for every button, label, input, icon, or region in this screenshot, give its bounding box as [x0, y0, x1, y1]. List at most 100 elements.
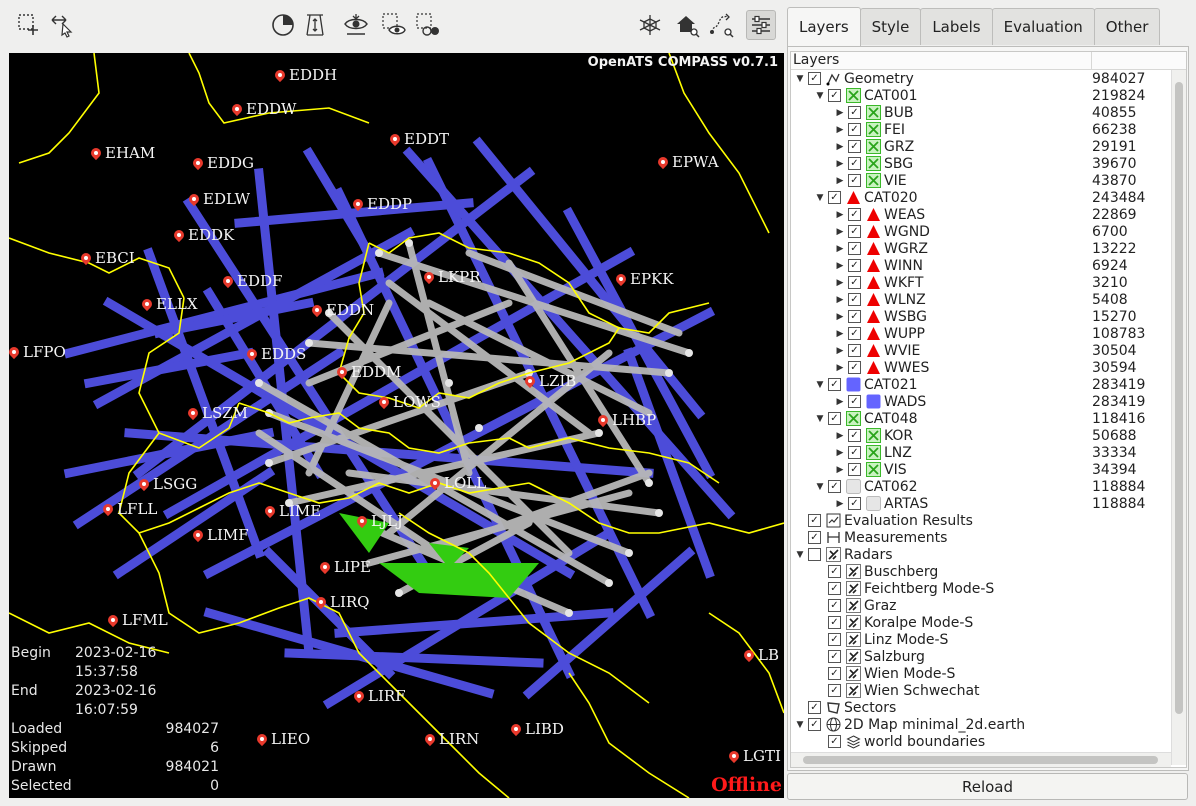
tree-row[interactable]: ▶ ✓ WADS 283419 — [791, 393, 1186, 410]
expand-right-icon[interactable]: ▶ — [835, 278, 845, 288]
layer-checkbox[interactable]: ✓ — [848, 344, 861, 357]
expand-down-icon[interactable]: ▼ — [795, 720, 805, 730]
tree-row[interactable]: ▶ ✓ WKFT 3210 — [791, 274, 1186, 291]
time-window-icon[interactable] — [268, 10, 298, 40]
horizontal-scrollbar[interactable] — [791, 752, 1171, 767]
tree-row[interactable]: ✓ Sectors — [791, 699, 1186, 716]
expand-right-icon[interactable]: ▶ — [835, 465, 845, 475]
reload-button[interactable]: Reload — [787, 773, 1188, 800]
layer-checkbox[interactable]: ✓ — [828, 633, 841, 646]
airport-marker[interactable]: LSGG — [139, 475, 197, 493]
axes-3d-icon[interactable] — [635, 10, 665, 40]
airport-marker[interactable]: EDDS — [247, 345, 306, 363]
scrollbar-thumb[interactable] — [1175, 82, 1183, 714]
layer-checkbox[interactable]: ✓ — [808, 531, 821, 544]
airport-marker[interactable]: LKPR — [424, 268, 481, 286]
layer-checkbox[interactable]: ✓ — [848, 310, 861, 323]
expand-down-icon[interactable]: ▼ — [815, 91, 825, 101]
tree-row[interactable]: ▶ ✓ FEI 66238 — [791, 121, 1186, 138]
tree-row[interactable]: ✓ Measurements — [791, 529, 1186, 546]
airport-marker[interactable]: EDDH — [275, 66, 337, 84]
tree-row[interactable]: ▶ ✓ WGND 6700 — [791, 223, 1186, 240]
tree-row[interactable]: ▶ ✓ GRZ 29191 — [791, 138, 1186, 155]
tree-row[interactable]: ▶ ✓ SBG 39670 — [791, 155, 1186, 172]
map-view[interactable]: OpenATS COMPASS v0.7.1 EDDH EDDW EDDT EH… — [9, 53, 784, 798]
layer-checkbox[interactable]: ✓ — [848, 140, 861, 153]
airport-marker[interactable]: LIPE — [320, 558, 371, 576]
tree-row[interactable]: ▼ ✓ 2D Map minimal_2d.earth — [791, 716, 1186, 733]
tree-row[interactable]: ▶ ✓ WUPP 108783 — [791, 325, 1186, 342]
layer-checkbox[interactable]: ✓ — [848, 123, 861, 136]
tree-row[interactable]: ▼ ✓ CAT048 118416 — [791, 410, 1186, 427]
tree-row[interactable]: ▶ ✓ WSBG 15270 — [791, 308, 1186, 325]
select-rectangle-icon[interactable] — [14, 10, 44, 40]
select-eye-icon[interactable] — [379, 10, 409, 40]
layer-checkbox[interactable]: ✓ — [828, 582, 841, 595]
layer-checkbox[interactable]: ✓ — [848, 293, 861, 306]
tree-row[interactable]: ▶ ✓ BUB 40855 — [791, 104, 1186, 121]
layer-checkbox[interactable]: ✓ — [848, 276, 861, 289]
layer-checkbox[interactable]: ✓ — [848, 497, 861, 510]
airport-marker[interactable]: LSZM — [188, 404, 248, 422]
expand-right-icon[interactable]: ▶ — [835, 125, 845, 135]
expand-down-icon[interactable]: ▼ — [795, 550, 805, 560]
layer-checkbox[interactable]: ✓ — [808, 701, 821, 714]
airport-marker[interactable]: LJLJ — [357, 512, 403, 530]
layer-checkbox[interactable]: ✓ — [828, 599, 841, 612]
airport-marker[interactable]: EDDG — [193, 154, 254, 172]
layer-checkbox[interactable]: ✓ — [808, 514, 821, 527]
airport-marker[interactable]: LIRF — [354, 687, 406, 705]
tree-row[interactable]: ▶ ✓ VIS 34394 — [791, 461, 1186, 478]
expand-right-icon[interactable]: ▶ — [835, 346, 845, 356]
layer-checkbox[interactable]: ✓ — [828, 667, 841, 680]
tree-row[interactable]: ▶ ✓ WGRZ 13222 — [791, 240, 1186, 257]
tab-evaluation[interactable]: Evaluation — [991, 8, 1095, 45]
airport-marker[interactable]: EDDN — [312, 301, 374, 319]
expand-right-icon[interactable]: ▶ — [835, 312, 845, 322]
tab-other[interactable]: Other — [1093, 8, 1161, 45]
airport-marker[interactable]: LIRN — [425, 730, 479, 748]
tree-row[interactable]: ▼ Radars — [791, 546, 1186, 563]
tree-row[interactable]: ▼ ✓ CAT020 243484 — [791, 189, 1186, 206]
tree-row[interactable]: ✓ Buschberg — [791, 563, 1186, 580]
tree-row[interactable]: ✓ Wien Schwechat — [791, 682, 1186, 699]
airport-marker[interactable]: EDDK — [174, 226, 234, 244]
tree-row[interactable]: ▼ ✓ CAT021 283419 — [791, 376, 1186, 393]
scrollbar-thumb[interactable] — [803, 756, 1158, 764]
expand-right-icon[interactable]: ▶ — [835, 261, 845, 271]
airport-marker[interactable]: LIBD — [511, 720, 564, 738]
expand-right-icon[interactable]: ▶ — [835, 176, 845, 186]
expand-down-icon[interactable]: ▼ — [795, 74, 805, 84]
airport-marker[interactable]: LGTI — [729, 747, 781, 765]
tree-row[interactable]: ▶ ✓ VIE 43870 — [791, 172, 1186, 189]
layer-checkbox[interactable]: ✓ — [828, 735, 841, 748]
expand-right-icon[interactable]: ▶ — [835, 108, 845, 118]
airport-marker[interactable]: EDDP — [353, 195, 412, 213]
tree-row[interactable]: ✓ Salzburg — [791, 648, 1186, 665]
tree-row[interactable]: ✓ Graz — [791, 597, 1186, 614]
expand-down-icon[interactable]: ▼ — [815, 482, 825, 492]
tree-row[interactable]: ▶ ✓ LNZ 33334 — [791, 444, 1186, 461]
tree-row[interactable]: ✓ Feichtberg Mode-S — [791, 580, 1186, 597]
layer-checkbox[interactable]: ✓ — [848, 174, 861, 187]
expand-right-icon[interactable]: ▶ — [835, 499, 845, 509]
layer-checkbox[interactable]: ✓ — [848, 429, 861, 442]
expand-right-icon[interactable]: ▶ — [835, 142, 845, 152]
airport-marker[interactable]: LHBP — [598, 411, 656, 429]
tree-row[interactable]: ✓ world boundaries — [791, 733, 1186, 750]
airport-marker[interactable]: EDDM — [337, 363, 401, 381]
vertical-scrollbar[interactable] — [1171, 70, 1186, 765]
airport-marker[interactable]: LFLL — [103, 500, 157, 518]
tree-row[interactable]: ✓ Wien Mode-S — [791, 665, 1186, 682]
tab-labels[interactable]: Labels — [920, 8, 993, 45]
airport-marker[interactable]: EPWA — [658, 153, 719, 171]
airport-marker[interactable]: EDDF — [223, 272, 282, 290]
tree-row[interactable]: ▼ ✓ CAT062 118884 — [791, 478, 1186, 495]
layer-checkbox[interactable]: ✓ — [828, 684, 841, 697]
layer-tree[interactable]: Layers ▼ ✓ Geometry 984027 ▼ ✓ CAT001 219824 ▶ ✓ B… — [790, 51, 1187, 768]
select-eye-dots-icon[interactable] — [413, 10, 443, 40]
layer-checkbox[interactable]: ✓ — [828, 412, 841, 425]
airport-marker[interactable]: EDDT — [390, 130, 449, 148]
settings-sliders-icon[interactable] — [746, 10, 776, 40]
layer-checkbox[interactable]: ✓ — [848, 208, 861, 221]
